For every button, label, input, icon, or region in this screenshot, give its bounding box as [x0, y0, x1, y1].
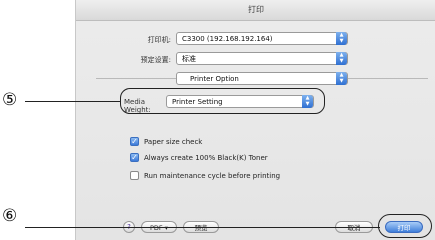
callout-5-highlight — [120, 88, 325, 114]
updown-arrows-icon: ▲ ▼ — [336, 32, 347, 45]
checkmark-icon: ✓ — [131, 153, 138, 162]
window-title: 打印 — [76, 0, 435, 21]
maintenance-cycle-label: Run maintenance cycle before printing — [144, 172, 281, 180]
panel-separator-left — [96, 78, 176, 79]
panel-value: Printer Option — [190, 75, 239, 83]
callout-6-leader — [25, 227, 380, 228]
black-toner-checkbox[interactable]: ✓ — [130, 153, 139, 162]
callout-5-leader — [25, 101, 120, 102]
callout-5-number: ⑤ — [2, 90, 18, 110]
preset-value: 标准 — [182, 55, 196, 63]
printer-label: 打印机: — [147, 36, 171, 44]
paper-size-check-label: Paper size check — [144, 138, 203, 146]
checkmark-icon: ✓ — [131, 137, 138, 146]
print-dialog: 打印 打印机: C3300 (192.168.192.164) ▲ ▼ 预定设置:… — [75, 0, 435, 240]
callout-6-highlight — [378, 214, 432, 238]
callout-6-number: ⑥ — [2, 206, 18, 226]
updown-arrows-icon: ▲ ▼ — [336, 52, 347, 65]
updown-arrows-icon: ▲ ▼ — [336, 72, 347, 85]
preset-popup[interactable]: 标准 ▲ ▼ — [176, 52, 348, 65]
preset-label: 预定设置: — [140, 56, 171, 64]
printer-value: C3300 (192.168.192.164) — [182, 35, 273, 43]
black-toner-label: Always create 100% Black(K) Toner — [144, 154, 268, 162]
panel-separator-right — [348, 78, 428, 79]
printer-popup[interactable]: C3300 (192.168.192.164) ▲ ▼ — [176, 32, 348, 45]
panel-popup[interactable]: Printer Option ▲ ▼ — [176, 72, 348, 85]
paper-size-check-checkbox[interactable]: ✓ — [130, 137, 139, 146]
maintenance-cycle-checkbox[interactable] — [130, 171, 139, 180]
